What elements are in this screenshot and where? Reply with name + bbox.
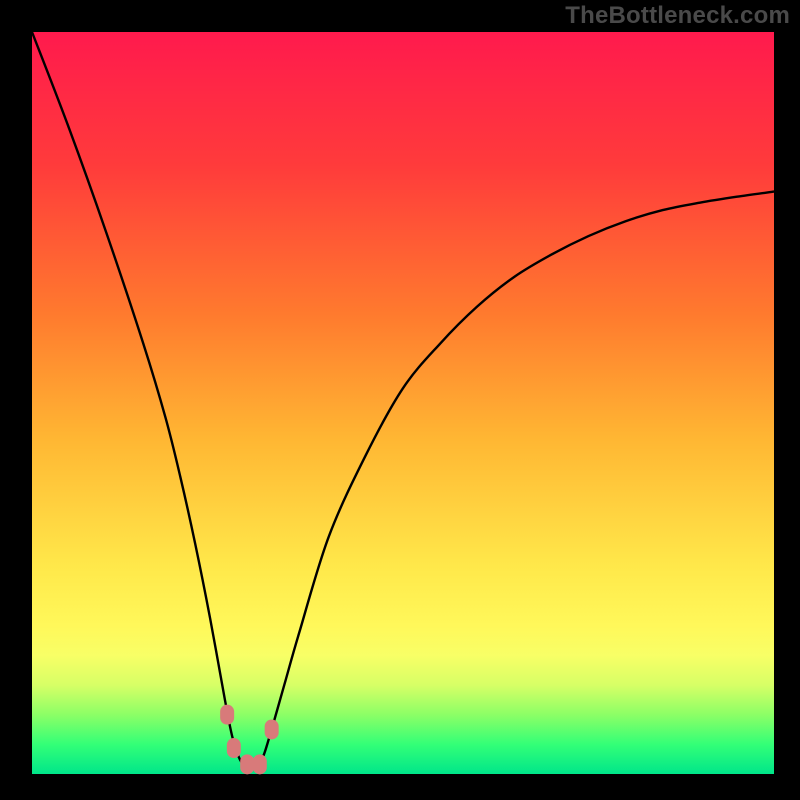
plot-background	[32, 32, 774, 774]
curve-marker	[265, 719, 279, 739]
curve-marker	[227, 738, 241, 758]
bottleneck-chart	[0, 0, 800, 800]
curve-marker	[240, 754, 254, 774]
curve-marker	[220, 705, 234, 725]
curve-marker	[253, 754, 267, 774]
watermark-text: TheBottleneck.com	[565, 2, 790, 30]
chart-stage: TheBottleneck.com	[0, 0, 800, 800]
